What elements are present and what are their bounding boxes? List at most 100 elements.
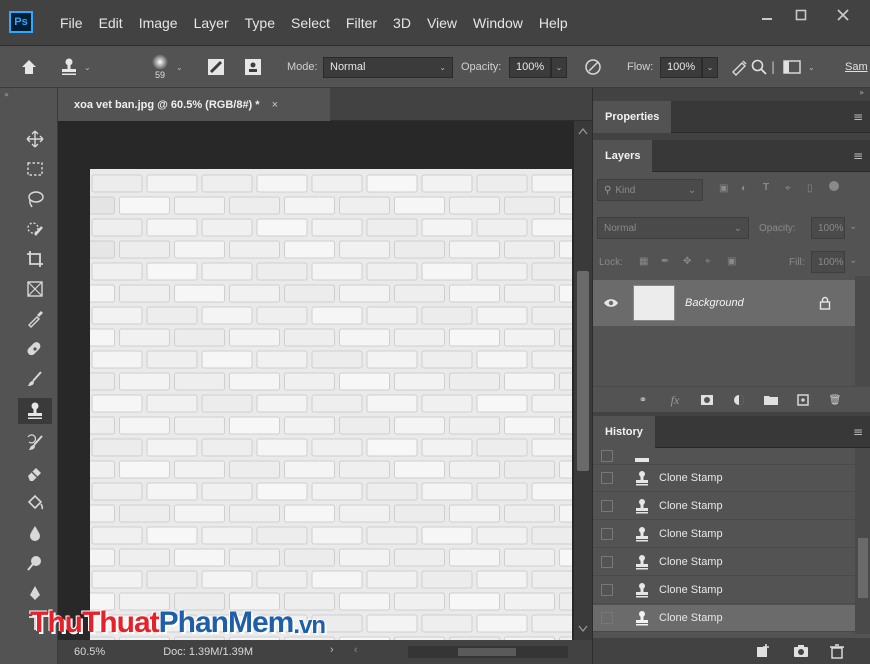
trash-icon[interactable]: 🗑	[825, 390, 845, 410]
menu-file[interactable]: File	[60, 15, 83, 31]
eyedropper-tool[interactable]	[18, 306, 52, 332]
menu-image[interactable]: Image	[139, 15, 178, 31]
history-scroll-thumb[interactable]	[858, 538, 868, 598]
layers-scrollbar[interactable]	[855, 276, 870, 396]
document-tab[interactable]: xoa vet ban.jpg @ 60.5% (RGB/8#) * ×	[58, 88, 330, 121]
type-filter-icon[interactable]: T	[763, 182, 769, 193]
lock-position-icon[interactable]: ✥	[683, 256, 691, 267]
lock-image-icon[interactable]: ✒	[661, 256, 669, 267]
airbrush-button[interactable]	[730, 46, 748, 88]
vertical-scroll-thumb[interactable]	[577, 271, 589, 471]
blur-tool[interactable]	[18, 520, 52, 546]
eraser-tool[interactable]	[18, 460, 52, 486]
history-snapshot-checkbox[interactable]	[601, 584, 613, 596]
camera-icon[interactable]	[791, 641, 811, 661]
flow-dropdown[interactable]: ⌄	[702, 56, 718, 78]
collapse-icon[interactable]: »	[4, 90, 9, 99]
menu-help[interactable]: Help	[539, 15, 568, 31]
layer-opacity-field[interactable]: 100%	[811, 217, 845, 239]
menu-edit[interactable]: Edit	[99, 15, 123, 31]
canvas-area[interactable]	[58, 121, 574, 640]
filter-toggle-icon[interactable]	[829, 181, 839, 191]
history-row-partial[interactable]	[593, 448, 855, 465]
history-snapshot-checkbox[interactable]	[601, 472, 613, 484]
workspace-button[interactable]: ⌄	[782, 46, 815, 88]
chevron-down-icon[interactable]: ⌄	[849, 255, 857, 266]
horizontal-scroll-thumb[interactable]	[458, 648, 516, 656]
link-icon[interactable]: ⚭	[633, 390, 653, 410]
pixel-filter-icon[interactable]: ▣	[719, 183, 728, 194]
lock-all-icon[interactable]: ▣	[727, 256, 736, 267]
crop-tool[interactable]	[18, 246, 52, 272]
adjustment-filter-icon[interactable]: ◐	[741, 183, 747, 194]
history-row[interactable]: Clone Stamp	[593, 465, 855, 492]
layer-row-background[interactable]: Background	[593, 280, 855, 326]
panel-menu-icon[interactable]: ≡	[853, 110, 863, 124]
shape-filter-icon[interactable]: ⌖	[785, 183, 791, 194]
panel-menu-icon[interactable]: ≡	[853, 425, 863, 439]
brush-dropdown[interactable]: ⌄	[176, 46, 183, 88]
frame-tool[interactable]	[18, 276, 52, 302]
quick-selection-tool[interactable]	[18, 216, 52, 242]
paint-bucket-tool[interactable]	[18, 490, 52, 516]
menu-type[interactable]: Type	[245, 15, 275, 31]
search-button[interactable]	[750, 46, 768, 88]
layer-mask-icon[interactable]	[697, 390, 717, 410]
healing-brush-tool[interactable]	[18, 336, 52, 362]
eye-icon[interactable]	[603, 297, 619, 309]
status-menu-icon[interactable]: ›	[330, 644, 334, 656]
horizontal-scrollbar[interactable]	[408, 646, 568, 658]
new-layer-icon[interactable]	[793, 390, 813, 410]
pen-tool[interactable]	[18, 580, 52, 606]
fx-icon[interactable]: fx	[665, 390, 685, 410]
document-size[interactable]: Doc: 1.39M/1.39M	[163, 646, 253, 658]
close-button[interactable]	[828, 2, 858, 28]
scroll-down-icon[interactable]	[578, 625, 588, 633]
menu-window[interactable]: Window	[473, 15, 523, 31]
flow-field[interactable]: 100% ⌄	[660, 46, 718, 88]
type-tool[interactable]	[18, 610, 52, 636]
minimize-button[interactable]	[752, 2, 782, 28]
tab-properties[interactable]: Properties	[593, 101, 672, 133]
dodge-tool[interactable]	[18, 550, 52, 576]
clone-source-toggle[interactable]	[243, 46, 263, 88]
layer-filter-select[interactable]: ⚲ Kind ⌄	[597, 179, 703, 201]
trash-icon[interactable]	[827, 641, 847, 661]
history-row[interactable]: Clone Stamp	[593, 577, 855, 604]
history-scrollbar[interactable]	[855, 448, 870, 634]
panel-menu-icon[interactable]: ≡	[853, 149, 863, 163]
menu-layer[interactable]: Layer	[194, 15, 229, 31]
lock-artboard-icon[interactable]: ⌖	[705, 256, 711, 267]
blend-mode-select[interactable]: Normal ⌄	[597, 217, 749, 239]
lock-transparent-icon[interactable]: ▦	[639, 256, 648, 267]
brush-tool[interactable]	[18, 366, 52, 392]
chevron-down-icon[interactable]: ⌄	[849, 221, 857, 232]
history-row[interactable]: Clone Stamp	[593, 493, 855, 520]
tool-preset-picker[interactable]: ⌄	[58, 46, 91, 88]
history-snapshot-checkbox[interactable]	[601, 528, 613, 540]
fill-field[interactable]: 100%	[811, 251, 845, 273]
opacity-field[interactable]: 100% ⌄	[509, 46, 567, 88]
close-tab-icon[interactable]: ×	[272, 99, 278, 111]
brush-settings-toggle[interactable]	[206, 46, 226, 88]
menu-filter[interactable]: Filter	[346, 15, 377, 31]
folder-icon[interactable]	[761, 390, 781, 410]
history-snapshot-checkbox[interactable]	[601, 500, 613, 512]
history-snapshot-checkbox[interactable]	[601, 556, 613, 568]
opacity-dropdown[interactable]: ⌄	[551, 56, 567, 78]
pressure-opacity-button[interactable]	[583, 46, 603, 88]
history-row-current[interactable]: Clone Stamp	[593, 605, 855, 632]
adjustment-layer-icon[interactable]	[729, 390, 749, 410]
clone-stamp-tool[interactable]	[18, 398, 52, 424]
maximize-button[interactable]	[786, 2, 816, 28]
menu-select[interactable]: Select	[291, 15, 330, 31]
tab-history[interactable]: History	[593, 416, 655, 448]
history-brush-tool[interactable]	[18, 430, 52, 456]
move-tool[interactable]	[18, 126, 52, 152]
mode-select[interactable]: Normal ⌄	[323, 46, 453, 88]
tab-layers[interactable]: Layers	[593, 140, 653, 172]
collapse-panels-icon[interactable]: »	[859, 88, 864, 97]
marquee-tool[interactable]	[18, 156, 52, 182]
new-document-from-state-icon[interactable]	[753, 641, 773, 661]
scroll-up-icon[interactable]	[578, 127, 588, 135]
